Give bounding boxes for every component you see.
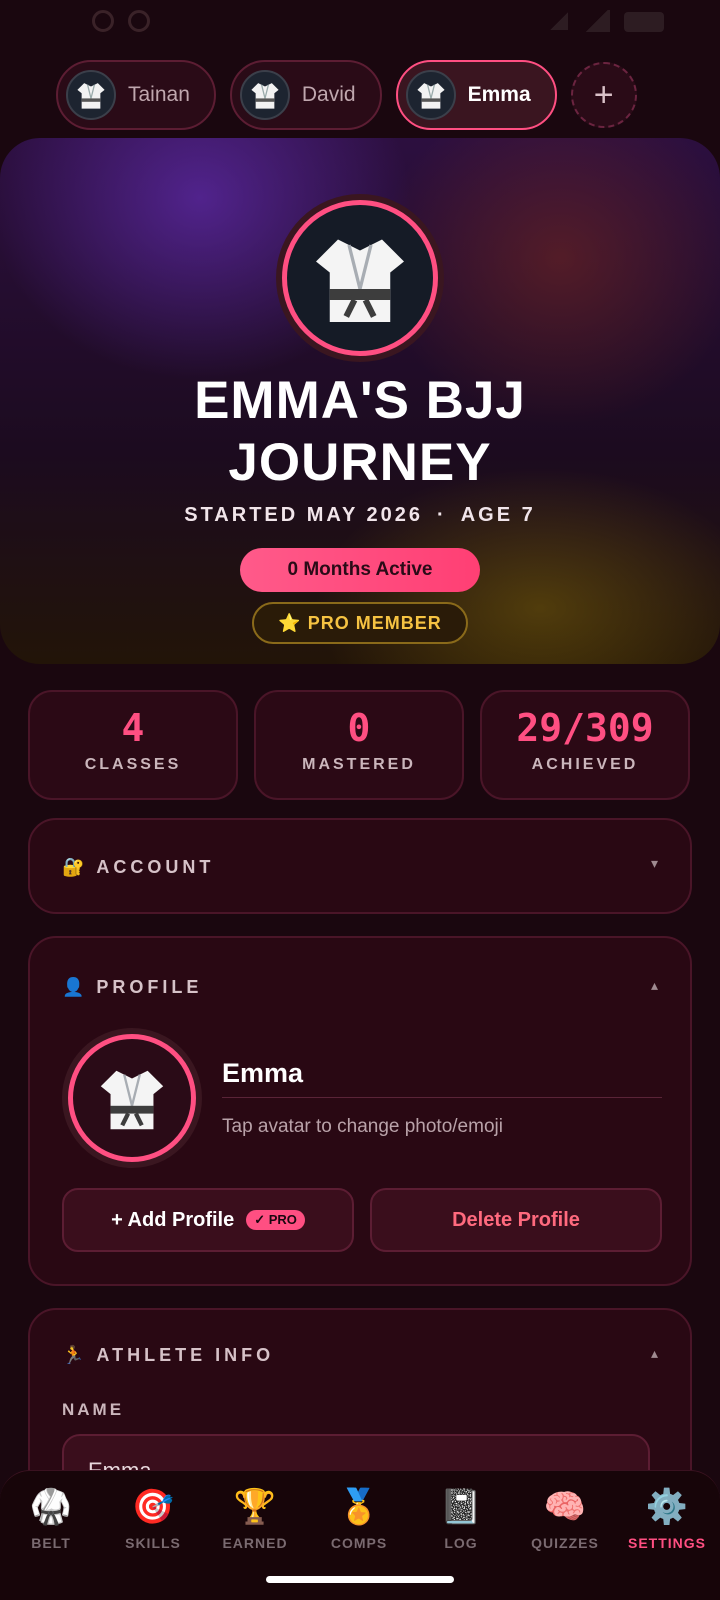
target-icon: 🎯 bbox=[131, 1487, 175, 1527]
delete-profile-button[interactable]: Delete Profile bbox=[370, 1188, 662, 1252]
stat-label: CLASSES bbox=[84, 756, 182, 773]
profile-actions: + Add Profile ✓ PRO Delete Profile bbox=[62, 1188, 662, 1252]
hero-title: EMMA'S BJJ JOURNEY bbox=[194, 371, 526, 492]
stat-mastered: 0 MASTERED bbox=[254, 690, 464, 800]
profile-tab-tainan[interactable]: Tainan bbox=[56, 60, 216, 130]
add-profile-tab-button[interactable]: + bbox=[570, 62, 637, 128]
gear-icon: ⚙️ bbox=[645, 1487, 689, 1527]
nav-label: COMPS bbox=[330, 1535, 388, 1551]
nav-label: BELT bbox=[31, 1535, 71, 1551]
wifi-icon bbox=[584, 10, 610, 32]
plus-icon: + bbox=[593, 75, 614, 114]
profile-tab-emma[interactable]: Emma bbox=[395, 60, 557, 130]
profile-tab-label: David bbox=[301, 83, 356, 106]
profile-avatar[interactable] bbox=[62, 1028, 202, 1168]
profile-tab-david[interactable]: David bbox=[229, 60, 382, 130]
section-title: ACCOUNT bbox=[96, 856, 215, 877]
nav-item-log[interactable]: 📓 LOG bbox=[416, 1487, 506, 1551]
section-title: ATHLETE INFO bbox=[96, 1344, 275, 1365]
chevron-up-icon[interactable]: ▴ bbox=[651, 1346, 658, 1362]
stat-label: ACHIEVED bbox=[531, 756, 639, 773]
button-label: Delete Profile bbox=[452, 1208, 580, 1231]
section-title: PROFILE bbox=[96, 976, 203, 997]
nav-label: LOG bbox=[444, 1535, 478, 1551]
gi-icon bbox=[66, 70, 116, 120]
lock-icon: 🔐 bbox=[62, 856, 85, 877]
gi-icon bbox=[239, 70, 290, 120]
runner-icon: 🏃 bbox=[62, 1344, 85, 1365]
nav-label: SETTINGS bbox=[627, 1535, 706, 1551]
account-section[interactable]: 🔐 ACCOUNT ▾ bbox=[28, 818, 692, 914]
user-icon: 👤 bbox=[62, 976, 85, 997]
belt-icon: 🥋 bbox=[29, 1487, 73, 1527]
nav-item-quizzes[interactable]: 🧠 QUIZZES bbox=[520, 1487, 610, 1551]
button-label: + Add Profile bbox=[111, 1208, 235, 1231]
status-bar bbox=[0, 0, 720, 44]
section-header: 🔐 ACCOUNT bbox=[62, 820, 214, 914]
stat-value: 0 bbox=[347, 706, 371, 750]
stat-value: 4 bbox=[121, 706, 145, 750]
profile-row: Emma Tap avatar to change photo/emoji bbox=[62, 1028, 662, 1168]
pro-badge: ✓ PRO bbox=[246, 1210, 305, 1230]
section-header[interactable]: 🏃 ATHLETE INFO bbox=[62, 1310, 274, 1400]
profile-tab-label: Tainan bbox=[128, 83, 190, 106]
hero-subtitle: STARTED MAY 2026 · AGE 7 bbox=[60, 504, 660, 527]
stat-achieved: 29/309 ACHIEVED bbox=[480, 690, 690, 800]
trophy-icon: 🏆 bbox=[233, 1487, 277, 1527]
section-header[interactable]: 👤 PROFILE bbox=[62, 942, 202, 1032]
stats-row: 4 CLASSES 0 MASTERED 29/309 ACHIEVED bbox=[28, 690, 690, 800]
status-icon bbox=[128, 10, 150, 32]
brain-icon: 🧠 bbox=[543, 1487, 587, 1527]
stat-label: MASTERED bbox=[302, 756, 416, 773]
gi-icon bbox=[316, 239, 404, 322]
chevron-up-icon[interactable]: ▴ bbox=[651, 978, 658, 994]
add-profile-button[interactable]: + Add Profile ✓ PRO bbox=[62, 1188, 354, 1252]
profile-section: 👤 PROFILE ▴ Emma Tap avatar to change ph… bbox=[28, 936, 692, 1286]
status-icon bbox=[92, 10, 114, 32]
nav-item-belt[interactable]: 🥋 BELT bbox=[6, 1487, 96, 1551]
nav-item-comps[interactable]: 🏅 COMPS bbox=[314, 1487, 404, 1551]
nav-label: QUIZZES bbox=[531, 1535, 599, 1551]
stat-classes: 4 CLASSES bbox=[28, 690, 238, 800]
medal-icon: 🏅 bbox=[337, 1487, 381, 1527]
stat-value: 29/309 bbox=[516, 706, 654, 750]
profile-tab-label: Emma bbox=[467, 83, 531, 106]
hero-card: EMMA'S BJJ JOURNEY STARTED MAY 2026 · AGE … bbox=[0, 138, 720, 664]
nav-label: SKILLS bbox=[125, 1535, 181, 1551]
home-indicator[interactable] bbox=[266, 1576, 454, 1583]
profile-switcher: Tainan David Emma + bbox=[56, 60, 637, 130]
nav-label: EARNED bbox=[222, 1535, 288, 1551]
nav-item-settings[interactable]: ⚙️ SETTINGS bbox=[622, 1487, 712, 1551]
signal-icon bbox=[550, 12, 568, 30]
age: AGE 7 bbox=[460, 504, 536, 526]
nav-item-skills[interactable]: 🎯 SKILLS bbox=[108, 1487, 198, 1551]
profile-name-input[interactable]: Emma bbox=[222, 1058, 662, 1098]
gi-icon bbox=[100, 1070, 164, 1130]
avatar-hint: Tap avatar to change photo/emoji bbox=[222, 1116, 503, 1137]
pro-member-badge: ⭐ PRO MEMBER bbox=[252, 602, 468, 644]
started-date: STARTED MAY 2026 bbox=[184, 504, 424, 526]
hero-avatar bbox=[276, 194, 444, 362]
months-active-badge: 0 Months Active bbox=[240, 548, 480, 592]
chevron-down-icon[interactable]: ▾ bbox=[651, 856, 658, 872]
notebook-icon: 📓 bbox=[439, 1487, 483, 1527]
separator: · bbox=[437, 504, 447, 526]
gi-icon bbox=[405, 70, 456, 120]
nav-item-earned[interactable]: 🏆 EARNED bbox=[210, 1487, 300, 1551]
battery-icon bbox=[624, 12, 664, 32]
name-field-label: NAME bbox=[62, 1400, 125, 1419]
